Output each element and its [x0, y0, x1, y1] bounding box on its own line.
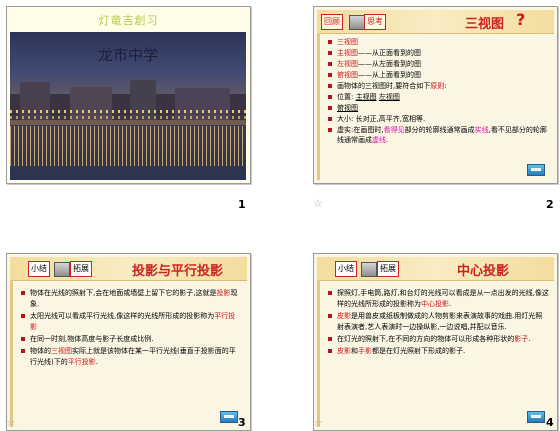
bullet-text: 虚线 [372, 136, 386, 144]
slide-header: 小结 拓展 投影与平行投影 [10, 257, 247, 281]
bullet-text: 投影 [216, 289, 231, 297]
star-icon[interactable]: ☆ [6, 416, 16, 429]
bullet-item: 三视图 [328, 37, 549, 47]
bullet-text: 位置: [337, 93, 356, 101]
bullet-text: 和 [351, 347, 358, 355]
section-tag-2: 拓展 [377, 261, 399, 277]
bullet-text: 大小: 长对正,高平齐,宽相等. [337, 115, 426, 123]
bullet-text: 左视图 [378, 93, 400, 101]
bullet-text: . [95, 358, 98, 366]
school-name: 龙市中学 [97, 46, 158, 64]
bullet-text: 皮影 [337, 347, 351, 355]
slide-header: 回顾 思考 三视图 ? [317, 10, 554, 34]
bullet-item: 皮影是用兽皮或纸板制做成的人物剪影来表演故事的戏曲.用灯光照射表演者,艺人表演时… [328, 311, 549, 333]
bullet-item: 在灯光的照射下,在不同的方向的物体可以形成各种形状的影子. [328, 334, 549, 345]
bullet-text: 平行投影 [67, 358, 96, 366]
bullet-text: 画物体的三视图时,要符合如下 [337, 82, 431, 90]
decor-bar [317, 33, 320, 180]
bullet-item: 俯视图 [328, 103, 549, 113]
next-slide-icon[interactable] [220, 411, 238, 423]
section-tag: 小结 [28, 261, 50, 277]
bullet-text: 看得见 [383, 126, 405, 134]
slide-body: 物体在光线的照射下,会在地面或墙壁上留下它的影子,这就是投影现象. 太阳光线可以看… [21, 288, 242, 369]
bullet-text: . [528, 335, 531, 343]
bullet-text: . [386, 136, 389, 144]
bullet-text: 俯视图 [337, 71, 358, 79]
book-icon [361, 262, 377, 277]
bullet-text: 物体的 [30, 347, 51, 355]
bullet-item: 物体在光线的照射下,会在地面或墙壁上留下它的影子,这就是投影现象. [21, 288, 242, 310]
star-icon[interactable]: ☆ [313, 197, 323, 210]
bullet-text: 俯视图 [337, 104, 358, 112]
bullet-text: 都是在灯光照射下形成的影子. [372, 347, 466, 355]
slide-number: 1 [238, 198, 246, 211]
section-tag-2: 思考 [364, 14, 386, 30]
slide-title: 投影与平行投影 [132, 264, 224, 279]
slide-thumbnail-2[interactable]: 回顾 思考 三视图 ? 三视图 主视图——从正面看到的图 左视图——从左面看到的图俯… [313, 6, 558, 184]
bullet-text: 虚实:在画图时, [337, 126, 384, 134]
star-icon[interactable]: ☆ [313, 416, 323, 429]
slide-number: 4 [546, 416, 554, 429]
slide-number: 2 [546, 198, 554, 211]
slide-title: 三视图 [465, 17, 505, 32]
bullet-text: 影子 [514, 335, 529, 343]
bullet-text: 主视图 [337, 49, 358, 57]
bullet-text: ——从上面看到的图 [358, 71, 421, 79]
section-tag: 小结 [335, 261, 357, 277]
bullet-item: 探照灯,手电筒,路灯,和台灯的光线可以看成是从一点出发的光线,像这样的光线所形成… [328, 288, 549, 310]
slide-number: 3 [238, 416, 246, 429]
slide-thumbnail-1[interactable]: 灯竜吉創习 龙市中学 [6, 6, 251, 184]
bullet-item: 太阳光线可以看成平行光线,像这样的光线所形成的投影称为平行投影 [21, 311, 242, 333]
bullet-text: 物体在光线的照射下,会在地面或墙壁上留下它的影子,这就是 [30, 289, 217, 297]
cover-photo: 龙市中学 [10, 32, 246, 180]
bullet-text: 是用兽皮或纸板制做成的人物剪影来表演故事的戏曲.用灯光照射表演者,艺人表演时一边… [337, 312, 543, 331]
bullet-text: 左视图 [337, 60, 358, 68]
bullet-item: 俯视图——从上面看到的图 [328, 70, 549, 80]
slide-header: 小结 拓展 中心投影 [317, 257, 554, 281]
bullet-text: 手影 [358, 347, 372, 355]
bullet-text: 原则 [430, 82, 445, 90]
bullet-text: 皮影 [337, 312, 351, 320]
slide-body: 三视图 主视图——从正面看到的图 左视图——从左面看到的图 俯视图——从上面看到的图画… [328, 37, 549, 146]
bullet-text: 在灯光的照射下,在不同的方向的物体可以形成各种形状的 [337, 335, 515, 343]
slide-thumbnail-4[interactable]: 小结 拓展 中心投影 探照灯,手电筒,路灯,和台灯的光线可以看成是从一点出发的光… [313, 253, 558, 431]
bullet-text: 中心投影 [421, 300, 449, 308]
bullet-item: 主视图——从正面看到的图 [328, 48, 549, 58]
bullet-item: 物体的三视图实际上就是该物体在某一平行光线(垂直于投影面的平行光线)下的平行投影… [21, 346, 242, 368]
slide-thumbnail-3[interactable]: 小结 拓展 投影与平行投影 物体在光线的照射下,会在地面或墙壁上留下它的影子,这… [6, 253, 251, 431]
bullet-item: 画物体的三视图时,要符合如下原则: [328, 81, 549, 91]
bullet-text: : [444, 82, 447, 90]
decor-bar [317, 280, 320, 427]
slide-title: 中心投影 [457, 264, 510, 279]
bullet-item: 在同一时刻,物体高度与影子长度成比例. [21, 334, 242, 345]
bullet-item: 左视图——从左面看到的图 [328, 59, 549, 69]
bullet-text: 三视图 [51, 347, 72, 355]
bullet-text: 实线 [474, 126, 489, 134]
section-tag-2: 拓展 [70, 261, 92, 277]
bullet-text: 在同一时刻,物体高度与影子长度成比例. [30, 335, 154, 343]
bullet-item: 皮影和手影都是在灯光照射下形成的影子. [328, 346, 549, 357]
bullet-item: 大小: 长对正,高平齐,宽相等. [328, 114, 549, 124]
bullet-text: 主视图 [355, 93, 377, 101]
book-icon [349, 15, 365, 30]
bullet-text: 三视图 [337, 38, 358, 46]
bullet-item: 虚实:在画图时,看得见部分的轮廓线通常画成实线,看不见部分的轮廓线通常画成虚线. [328, 125, 549, 145]
bullet-text: ——从正面看到的图 [358, 49, 421, 57]
bullet-text: . [449, 300, 452, 308]
slide-title: 灯竜吉創习 [98, 14, 159, 27]
bullet-item: 位置: 主视图 左视图 [328, 92, 549, 102]
next-slide-icon[interactable] [527, 164, 545, 176]
decor-bar [10, 280, 13, 427]
bullet-text: 部分的轮廓线通常画成 [404, 126, 475, 134]
slide-body: 探照灯,手电筒,路灯,和台灯的光线可以看成是从一点出发的光线,像这样的光线所形成… [328, 288, 549, 358]
question-mark: ? [516, 10, 526, 29]
next-slide-icon[interactable] [527, 411, 545, 423]
bullet-text: 太阳光线可以看成平行光线,像这样的光线所形成的投影称为 [30, 312, 215, 320]
section-tag: 回顾 [321, 14, 343, 30]
bullet-text: ——从左面看到的图 [358, 60, 421, 68]
book-icon [54, 262, 70, 277]
